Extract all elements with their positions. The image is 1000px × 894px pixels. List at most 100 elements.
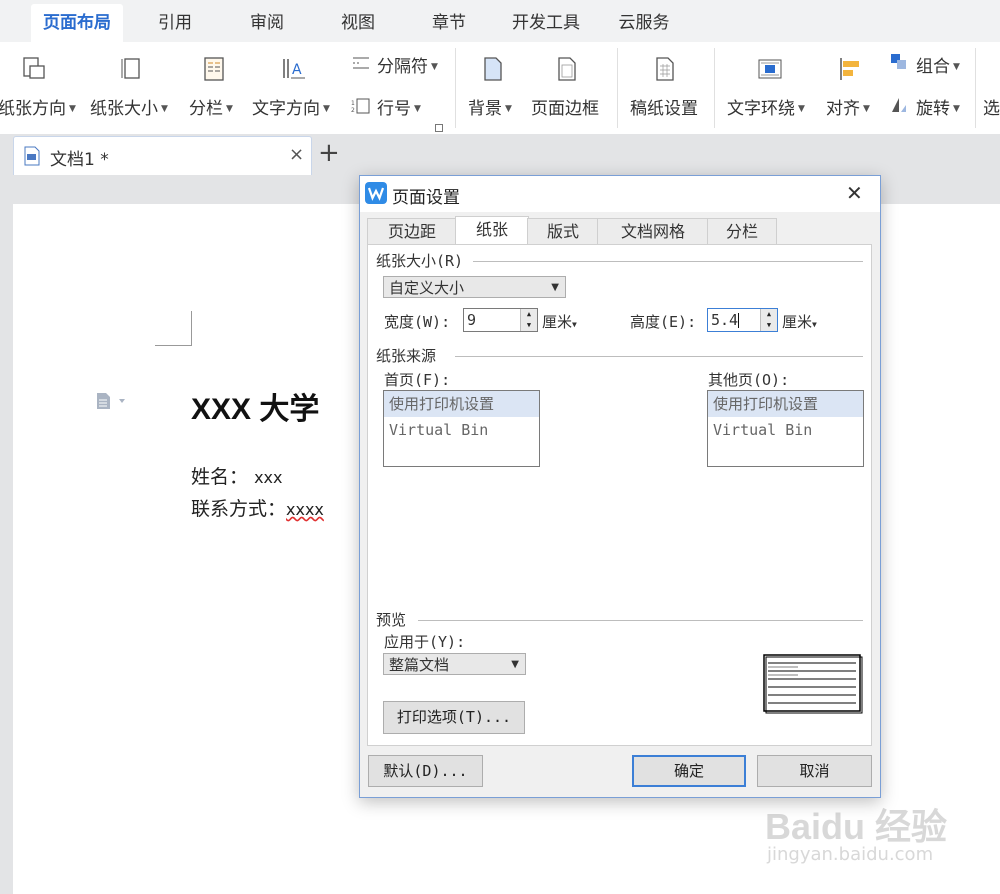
- align-button[interactable]: 对齐 ▼: [826, 94, 870, 119]
- chevron-down-icon: ▼: [414, 104, 421, 114]
- width-value: 9: [467, 311, 477, 329]
- columns-button[interactable]: 分栏 ▼: [189, 94, 233, 119]
- chevron-down-icon: ▼: [161, 104, 168, 114]
- paper-size-button[interactable]: 纸张大小 ▼: [90, 94, 168, 119]
- first-page-label: 首页(F):: [384, 371, 451, 389]
- print-options-button[interactable]: 打印选项(T)...: [383, 701, 525, 734]
- spin-down-icon[interactable]: ▼: [521, 320, 537, 331]
- chevron-down-icon: ▼: [323, 104, 330, 114]
- contact-value: xxxx: [286, 500, 324, 519]
- list-item[interactable]: 使用打印机设置: [384, 391, 539, 417]
- svg-text:2: 2: [351, 107, 355, 114]
- ribbon-divider: [455, 48, 456, 128]
- width-spin-buttons[interactable]: ▲ ▼: [520, 309, 537, 331]
- tab-layout[interactable]: 版式: [527, 218, 599, 245]
- preview-section-label: 预览: [376, 611, 407, 629]
- height-value: 5.4: [711, 311, 739, 329]
- tab-cloud-service[interactable]: 云服务: [607, 4, 681, 42]
- background-icon: [484, 57, 502, 81]
- height-label: 高度(E):: [630, 313, 697, 331]
- background-button[interactable]: 背景 ▼: [468, 94, 512, 119]
- text-wrap-button[interactable]: 文字环绕 ▼: [727, 94, 805, 119]
- height-spin-buttons[interactable]: ▲ ▼: [760, 309, 777, 331]
- tab-view[interactable]: 视图: [323, 4, 393, 42]
- paper-size-icon: [121, 58, 140, 79]
- chevron-down-icon: ▼: [953, 104, 960, 114]
- paper-orientation-button[interactable]: 纸张方向 ▼: [0, 94, 76, 119]
- paper-source-section-label: 纸张来源: [376, 347, 437, 365]
- tab-page-layout[interactable]: 页面布局: [31, 4, 123, 42]
- close-icon[interactable]: ✕: [846, 181, 863, 205]
- tab-columns[interactable]: 分栏: [707, 218, 777, 245]
- tab-review[interactable]: 审阅: [232, 4, 302, 42]
- document-icon: [24, 146, 40, 166]
- paper-size-section-label: 纸张大小(R): [376, 252, 464, 270]
- margin-corner-marker: [155, 311, 192, 346]
- dialog-title-bar[interactable]: 页面设置 ✕: [360, 176, 880, 212]
- width-unit-dropdown[interactable]: 厘米▼: [542, 311, 577, 332]
- document-line-name: 姓名： xxx: [191, 462, 282, 489]
- text-direction-button[interactable]: 文字方向 ▼: [252, 94, 330, 119]
- page-preview-thumbnail: [763, 654, 863, 714]
- ribbon: 纸张方向 ▼ 纸张大小 ▼ 分栏 ▼ A 文字方向 ▼ 分隔符 ▼ 12 行号 ▼ 背景 ▼ …: [0, 42, 1000, 135]
- new-tab-button[interactable]: +: [318, 138, 340, 168]
- wps-logo-icon: [365, 182, 387, 204]
- tab-document-grid[interactable]: 文档网格: [597, 218, 709, 245]
- width-label: 宽度(W):: [384, 313, 451, 331]
- name-label: 姓名：: [191, 466, 249, 488]
- apply-to-select[interactable]: 整篇文档 ▼: [383, 653, 526, 675]
- dialog-title: 页面设置: [392, 188, 460, 208]
- paper-size-label: 纸张大小: [90, 99, 158, 119]
- ribbon-divider: [714, 48, 715, 128]
- paper-size-select[interactable]: 自定义大小 ▼: [383, 276, 566, 298]
- manuscript-setup-button[interactable]: 稿纸设置: [630, 94, 698, 119]
- contact-label: 联系方式：: [191, 498, 287, 520]
- tab-references[interactable]: 引用: [140, 4, 210, 42]
- text-wrap-icon: [758, 59, 782, 79]
- separator-button[interactable]: 分隔符 ▼: [377, 52, 438, 77]
- select-button[interactable]: 选: [983, 94, 1000, 119]
- rotate-button[interactable]: 旋转 ▼: [916, 94, 960, 119]
- height-stepper[interactable]: 5.4 ▲ ▼: [707, 308, 778, 332]
- line-numbers-button[interactable]: 行号 ▼: [377, 94, 421, 119]
- list-item[interactable]: Virtual Bin: [708, 417, 863, 443]
- spin-up-icon[interactable]: ▲: [521, 309, 537, 320]
- section-divider: [473, 261, 863, 262]
- cancel-button[interactable]: 取消: [757, 755, 872, 787]
- height-unit: 厘米: [782, 313, 813, 331]
- chevron-down-icon: ▼: [505, 104, 512, 114]
- width-stepper[interactable]: 9 ▲ ▼: [463, 308, 538, 332]
- spin-down-icon[interactable]: ▼: [761, 320, 777, 331]
- other-pages-list[interactable]: 使用打印机设置 Virtual Bin: [707, 390, 864, 467]
- group-button[interactable]: 组合 ▼: [916, 52, 960, 77]
- list-item[interactable]: Virtual Bin: [384, 417, 539, 443]
- list-item[interactable]: 使用打印机设置: [708, 391, 863, 417]
- spin-up-icon[interactable]: ▲: [761, 309, 777, 320]
- paragraph-options-icon[interactable]: [95, 392, 131, 410]
- page-border-button[interactable]: 页面边框: [531, 94, 599, 119]
- document-tab-bar: 文档1 * × +: [0, 134, 1000, 176]
- tab-developer-tools[interactable]: 开发工具: [500, 4, 592, 42]
- chevron-down-icon: ▼: [863, 104, 870, 114]
- tab-chapter[interactable]: 章节: [414, 4, 484, 42]
- paper-orientation-label: 纸张方向: [0, 99, 66, 119]
- close-tab-icon[interactable]: ×: [289, 144, 304, 165]
- document-tab[interactable]: 文档1 * ×: [13, 136, 312, 175]
- dialog-launcher-icon[interactable]: [435, 124, 443, 132]
- page-border-icon: [558, 57, 576, 81]
- ok-button[interactable]: 确定: [632, 755, 746, 787]
- paper-tab-panel: 纸张大小(R) 自定义大小 ▼ 宽度(W): 9 ▲ ▼ 厘米▼ 高度(E): 5…: [367, 244, 872, 746]
- height-unit-dropdown[interactable]: 厘米▼: [782, 311, 817, 332]
- tab-margins[interactable]: 页边距: [367, 218, 457, 245]
- menu-bar: 页面布局 引用 审阅 视图 章节 开发工具 云服务: [0, 0, 1000, 42]
- paper-size-select-value: 自定义大小: [389, 279, 465, 297]
- tab-paper[interactable]: 纸张: [455, 216, 529, 246]
- chevron-down-icon: ▼: [953, 62, 960, 72]
- first-page-list[interactable]: 使用打印机设置 Virtual Bin: [383, 390, 540, 467]
- chevron-down-icon: ▼: [798, 104, 805, 114]
- default-button[interactable]: 默认(D)...: [368, 755, 483, 787]
- apply-to-label: 应用于(Y):: [384, 633, 466, 651]
- separator-label: 分隔符: [377, 57, 428, 77]
- columns-icon: [204, 57, 224, 81]
- text-cursor: [738, 313, 740, 328]
